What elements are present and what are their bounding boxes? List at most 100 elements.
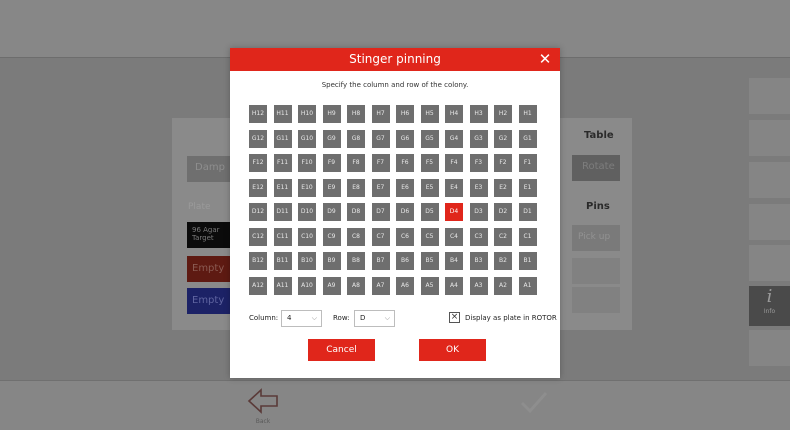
column-select[interactable]: 4 ⌵ — [281, 310, 322, 327]
well-d7[interactable]: D7 — [371, 203, 390, 221]
well-e1[interactable]: E1 — [518, 178, 537, 197]
well-e2[interactable]: E2 — [494, 178, 512, 197]
well-h1[interactable]: H1 — [518, 105, 537, 123]
well-c12[interactable]: C12 — [249, 227, 267, 246]
agar-plate-tag[interactable]: 96 Agar Target — [187, 222, 235, 248]
well-b1[interactable]: B1 — [518, 252, 537, 270]
well-b10[interactable]: B10 — [298, 252, 316, 270]
well-a6[interactable]: A6 — [396, 276, 414, 295]
well-g7[interactable]: G7 — [371, 129, 390, 148]
well-d6[interactable]: D6 — [396, 203, 414, 221]
cancel-button[interactable]: Cancel — [308, 339, 375, 361]
well-a2[interactable]: A2 — [494, 276, 512, 295]
well-e5[interactable]: E5 — [420, 178, 439, 197]
well-e7[interactable]: E7 — [371, 178, 390, 197]
well-a11[interactable]: A11 — [273, 276, 292, 295]
well-f8[interactable]: F8 — [347, 154, 365, 172]
well-e3[interactable]: E3 — [469, 178, 488, 197]
well-a4[interactable]: A4 — [445, 276, 463, 295]
well-c1[interactable]: C1 — [518, 227, 537, 246]
side-button[interactable] — [749, 204, 790, 240]
damp-button[interactable]: Damp — [187, 156, 235, 182]
well-b7[interactable]: B7 — [371, 252, 390, 270]
well-f4[interactable]: F4 — [445, 154, 463, 172]
well-g11[interactable]: G11 — [273, 129, 292, 148]
well-f11[interactable]: F11 — [273, 154, 292, 172]
well-d3[interactable]: D3 — [469, 203, 488, 221]
well-b12[interactable]: B12 — [249, 252, 267, 270]
well-a10[interactable]: A10 — [298, 276, 316, 295]
empty-blue-slot[interactable]: Empty — [187, 288, 235, 314]
well-h12[interactable]: H12 — [249, 105, 267, 123]
side-button[interactable] — [749, 330, 790, 366]
well-e10[interactable]: E10 — [298, 178, 316, 197]
well-f5[interactable]: F5 — [420, 154, 439, 172]
well-d4[interactable]: D4 — [445, 203, 463, 221]
well-a7[interactable]: A7 — [371, 276, 390, 295]
info-button[interactable]: i Info — [749, 286, 790, 326]
well-c3[interactable]: C3 — [469, 227, 488, 246]
side-button[interactable] — [749, 162, 790, 198]
well-f2[interactable]: F2 — [494, 154, 512, 172]
well-c8[interactable]: C8 — [347, 227, 365, 246]
well-g1[interactable]: G1 — [518, 129, 537, 148]
well-c10[interactable]: C10 — [298, 227, 316, 246]
well-e8[interactable]: E8 — [347, 178, 365, 197]
side-button[interactable] — [749, 120, 790, 156]
well-a1[interactable]: A1 — [518, 276, 537, 295]
check-icon[interactable] — [518, 389, 550, 417]
well-f3[interactable]: F3 — [469, 154, 488, 172]
well-a8[interactable]: A8 — [347, 276, 365, 295]
well-e11[interactable]: E11 — [273, 178, 292, 197]
well-b3[interactable]: B3 — [469, 252, 488, 270]
well-c4[interactable]: C4 — [445, 227, 463, 246]
well-d10[interactable]: D10 — [298, 203, 316, 221]
rotate-button[interactable]: Rotate — [572, 155, 620, 181]
well-d1[interactable]: D1 — [518, 203, 537, 221]
well-d5[interactable]: D5 — [420, 203, 439, 221]
empty-red-slot[interactable]: Empty — [187, 256, 235, 282]
well-e6[interactable]: E6 — [396, 178, 414, 197]
well-h3[interactable]: H3 — [469, 105, 488, 123]
well-h2[interactable]: H2 — [494, 105, 512, 123]
well-g10[interactable]: G10 — [298, 129, 316, 148]
well-g3[interactable]: G3 — [469, 129, 488, 148]
side-button[interactable] — [749, 245, 790, 281]
well-e12[interactable]: E12 — [249, 178, 267, 197]
well-b4[interactable]: B4 — [445, 252, 463, 270]
well-a12[interactable]: A12 — [249, 276, 267, 295]
well-h7[interactable]: H7 — [371, 105, 390, 123]
close-icon[interactable]: ✕ — [536, 49, 554, 69]
ok-button[interactable]: OK — [419, 339, 486, 361]
well-g12[interactable]: G12 — [249, 129, 267, 148]
back-button[interactable]: Back — [245, 388, 281, 428]
well-g8[interactable]: G8 — [347, 129, 365, 148]
display-as-plate-checkbox[interactable]: × — [449, 312, 460, 323]
pins-slot[interactable] — [572, 287, 620, 313]
well-a9[interactable]: A9 — [322, 276, 341, 295]
well-h11[interactable]: H11 — [273, 105, 292, 123]
well-b6[interactable]: B6 — [396, 252, 414, 270]
well-f7[interactable]: F7 — [371, 154, 390, 172]
well-d2[interactable]: D2 — [494, 203, 512, 221]
well-b2[interactable]: B2 — [494, 252, 512, 270]
well-f12[interactable]: F12 — [249, 154, 267, 172]
well-h10[interactable]: H10 — [298, 105, 316, 123]
well-b8[interactable]: B8 — [347, 252, 365, 270]
well-a5[interactable]: A5 — [420, 276, 439, 295]
well-c5[interactable]: C5 — [420, 227, 439, 246]
well-d9[interactable]: D9 — [322, 203, 341, 221]
well-g6[interactable]: G6 — [396, 129, 414, 148]
well-h4[interactable]: H4 — [445, 105, 463, 123]
well-b9[interactable]: B9 — [322, 252, 341, 270]
well-f6[interactable]: F6 — [396, 154, 414, 172]
side-button[interactable] — [749, 78, 790, 114]
well-f1[interactable]: F1 — [518, 154, 537, 172]
well-c2[interactable]: C2 — [494, 227, 512, 246]
well-g2[interactable]: G2 — [494, 129, 512, 148]
well-e9[interactable]: E9 — [322, 178, 341, 197]
well-h9[interactable]: H9 — [322, 105, 341, 123]
well-b5[interactable]: B5 — [420, 252, 439, 270]
well-c7[interactable]: C7 — [371, 227, 390, 246]
well-d12[interactable]: D12 — [249, 203, 267, 221]
